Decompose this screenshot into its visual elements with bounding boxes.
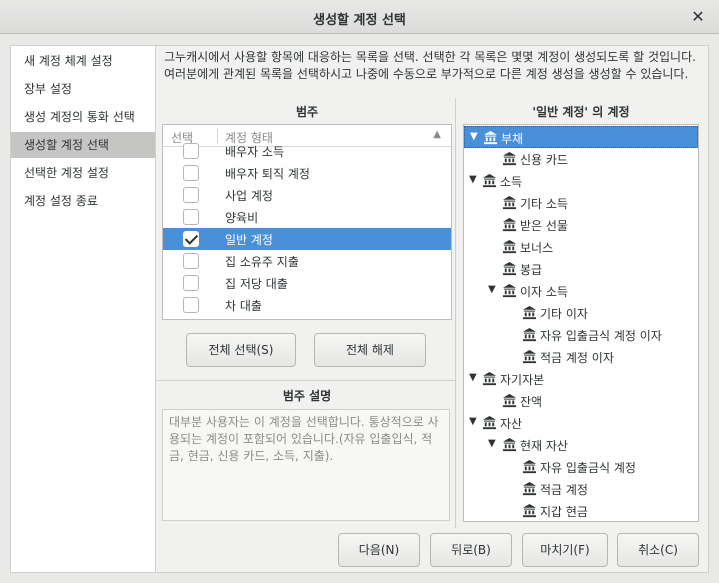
description-header: 범주 설명 xyxy=(282,389,332,403)
list-item[interactable]: 집 저당 대출 xyxy=(163,272,451,294)
clear-all-button[interactable]: 전체 해제 xyxy=(314,333,426,367)
checkbox[interactable] xyxy=(183,231,199,247)
expander-down-icon[interactable]: ▼ xyxy=(469,416,477,427)
list-item[interactable]: 사업 계정 xyxy=(163,184,451,206)
checkbox[interactable] xyxy=(183,297,199,313)
tree-row[interactable]: 자유 입출금식 계정 xyxy=(464,456,698,478)
sidebar-item-book-options[interactable]: 장부 설정 xyxy=(11,76,155,102)
sidebar-item-new-account-hierarchy[interactable]: 새 계정 체계 설정 xyxy=(11,48,155,74)
expander-down-icon[interactable]: ▼ xyxy=(469,372,477,383)
checkbox[interactable] xyxy=(183,187,199,203)
bank-icon xyxy=(522,327,537,342)
expander-down-icon[interactable]: ▼ xyxy=(469,174,477,185)
bank-icon xyxy=(482,371,497,386)
bank-icon xyxy=(502,437,517,452)
tree-row[interactable]: ▼ 이자 소득 xyxy=(464,280,698,302)
bank-icon xyxy=(502,283,517,298)
tree-row[interactable]: 자유 입출금식 계정 이자 xyxy=(464,324,698,346)
main-content: 그누캐시에서 사용할 항목에 대응하는 목록을 선택. 선택한 각 목록은 몇몇… xyxy=(156,45,709,573)
sidebar: 새 계정 체계 설정 장부 설정 생성 계정의 통화 선택 생성할 계정 선택 … xyxy=(10,45,156,573)
category-description: 대부분 사용자는 이 계정을 선택합니다. 통상적으로 사용되는 계정이 포함되… xyxy=(162,409,450,521)
bank-icon xyxy=(502,195,517,210)
tree-row[interactable]: ▼ 부채 xyxy=(464,126,698,148)
checkbox[interactable] xyxy=(183,275,199,291)
next-button[interactable]: 다음(N) xyxy=(338,533,420,567)
sort-up-icon: ▲ xyxy=(433,129,441,140)
tree-row[interactable]: 기타 이자 xyxy=(464,302,698,324)
list-item[interactable]: 양육비 xyxy=(163,206,451,228)
expander-down-icon[interactable]: ▼ xyxy=(488,284,496,295)
bank-icon xyxy=(522,459,537,474)
expander-down-icon[interactable]: ▼ xyxy=(488,438,496,449)
expander-down-icon[interactable]: ▼ xyxy=(470,131,478,142)
checkbox[interactable] xyxy=(183,209,199,225)
intro-text: 그누캐시에서 사용할 항목에 대응하는 목록을 선택. 선택한 각 목록은 몇몇… xyxy=(164,50,696,81)
tree-row[interactable]: 지갑 현금 xyxy=(464,500,698,521)
tree-row[interactable]: ▼ 소득 xyxy=(464,170,698,192)
sidebar-item-finish[interactable]: 계정 설정 종료 xyxy=(11,188,155,214)
sidebar-item-currency[interactable]: 생성 계정의 통화 선택 xyxy=(11,104,155,130)
sidebar-item-choose-accounts[interactable]: 생성할 계정 선택 xyxy=(11,132,155,158)
select-all-button[interactable]: 전체 선택(S) xyxy=(186,333,296,367)
accounts-tree[interactable]: ▼ 부채 신용 카드 ▼ 소득 기타 소득 받은 선물 보너스 봉급 ▼ 이자 … xyxy=(463,124,699,522)
tree-row[interactable]: ▼ 자산 xyxy=(464,412,698,434)
back-button[interactable]: 뒤로(B) xyxy=(430,533,512,567)
list-item[interactable]: 차 대출 xyxy=(163,294,451,316)
bank-icon xyxy=(482,415,497,430)
close-icon[interactable]: ✕ xyxy=(687,6,709,28)
bank-icon xyxy=(522,305,537,320)
bank-icon xyxy=(502,239,517,254)
categories-list[interactable]: 선택 계정 형태 ▲ 배우자 소득 배우자 퇴직 계정 사업 계정 양육비 일반… xyxy=(162,124,452,320)
tree-row[interactable]: ▼ 현재 자산 xyxy=(464,434,698,456)
tree-row[interactable]: 기타 소득 xyxy=(464,192,698,214)
bank-icon xyxy=(522,503,537,518)
accounts-header: '일반 계정' 의 계정 xyxy=(532,105,630,119)
tree-row[interactable]: 보너스 xyxy=(464,236,698,258)
tree-row[interactable]: 적금 계정 xyxy=(464,478,698,500)
cancel-button[interactable]: 취소(C) xyxy=(617,533,699,567)
bank-icon xyxy=(522,349,537,364)
checkbox[interactable] xyxy=(183,165,199,181)
window-title: 생성할 계정 선택 xyxy=(313,13,406,28)
checkbox[interactable] xyxy=(183,143,199,159)
list-item[interactable]: 배우자 소득 xyxy=(163,140,451,162)
finish-button[interactable]: 마치기(F) xyxy=(522,533,608,567)
sidebar-item-setup-selected[interactable]: 선택한 계정 설정 xyxy=(11,160,155,186)
categories-header: 범주 xyxy=(295,105,319,119)
tree-row[interactable]: 신용 카드 xyxy=(464,148,698,170)
tree-row[interactable]: 봉급 xyxy=(464,258,698,280)
list-item[interactable]: 일반 계정 xyxy=(163,228,451,250)
tree-row[interactable]: 받은 선물 xyxy=(464,214,698,236)
list-item[interactable]: 배우자 퇴직 계정 xyxy=(163,162,451,184)
bank-icon xyxy=(522,481,537,496)
title-bar: 생성할 계정 선택 ✕ xyxy=(0,0,719,34)
checkbox[interactable] xyxy=(183,253,199,269)
bank-icon xyxy=(502,217,517,232)
tree-row[interactable]: 잔액 xyxy=(464,390,698,412)
list-item[interactable]: 집 소유주 지출 xyxy=(163,250,451,272)
bank-icon xyxy=(483,130,498,145)
tree-row[interactable]: 적금 계정 이자 xyxy=(464,346,698,368)
bank-icon xyxy=(502,151,517,166)
bank-icon xyxy=(502,261,517,276)
tree-row[interactable]: ▼ 자기자본 xyxy=(464,368,698,390)
bank-icon xyxy=(482,173,497,188)
bank-icon xyxy=(502,393,517,408)
